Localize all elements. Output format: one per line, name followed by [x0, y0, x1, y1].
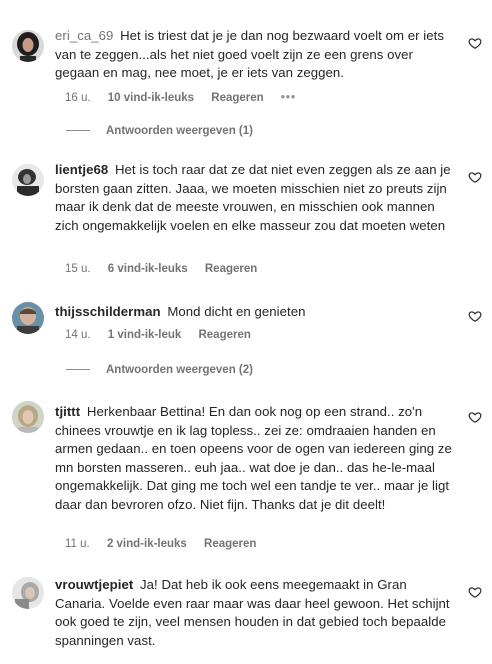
comment-time: 15 u.: [65, 263, 91, 275]
comment-text: Het is toch raar dat ze dat niet even ze…: [55, 162, 451, 233]
comment-time: 11 u.: [65, 538, 90, 550]
comment-username[interactable]: lientje68: [55, 162, 108, 177]
reply-button[interactable]: Reageren: [204, 538, 256, 550]
comment-meta: 14 u. 1 vind-ik-leuk Reageren: [65, 329, 265, 341]
comment-meta: 16 u. 10 vind-ik-leuks Reageren •••: [65, 92, 310, 104]
reply-button[interactable]: Reageren: [205, 263, 257, 275]
more-options-icon[interactable]: •••: [281, 92, 296, 104]
avatar[interactable]: [12, 164, 44, 196]
comment-meta: 11 u. 2 vind-ik-leuks Reageren: [65, 538, 270, 550]
comment-text: Mond dicht en genieten: [167, 304, 306, 319]
comment-list: eri_ca_69 Het is triest dat je je dan no…: [0, 0, 492, 664]
comment-likes[interactable]: 2 vind-ik-leuks: [107, 538, 187, 550]
comment-body: eri_ca_69 Het is triest dat je je dan no…: [55, 27, 457, 83]
avatar[interactable]: [12, 30, 44, 62]
heart-outline-icon: [468, 38, 482, 49]
avatar[interactable]: [12, 401, 44, 433]
comment-username[interactable]: thijsschilderman: [55, 304, 161, 319]
avatar[interactable]: [12, 577, 44, 609]
comment-text: Het is triest dat je je dan nog bezwaard…: [55, 28, 445, 80]
avatar[interactable]: [12, 302, 44, 334]
like-button[interactable]: [468, 585, 482, 599]
reply-button[interactable]: Reageren: [211, 92, 263, 104]
like-button[interactable]: [468, 410, 482, 424]
divider-line: [66, 369, 90, 371]
comment-username[interactable]: tjittt: [55, 404, 80, 419]
view-replies-label: Antwoorden weergeven (1): [106, 125, 253, 137]
comment-meta: 15 u. 6 vind-ik-leuks Reageren: [65, 263, 271, 275]
view-replies-button[interactable]: Antwoorden weergeven (2): [66, 364, 253, 376]
comment-body: tjittt Herkenbaar Bettina! En dan ook no…: [55, 403, 457, 514]
like-button[interactable]: [468, 170, 482, 184]
comment-username[interactable]: eri_ca_69: [55, 28, 113, 43]
comment-body: thijsschilderman Mond dicht en genieten: [55, 303, 457, 322]
comment-likes[interactable]: 10 vind-ik-leuks: [108, 92, 194, 104]
comment-likes[interactable]: 1 vind-ik-leuk: [108, 329, 182, 341]
heart-outline-icon: [468, 587, 482, 598]
comment-body: lientje68 Het is toch raar dat ze dat ni…: [55, 161, 457, 235]
comment-time: 14 u.: [65, 329, 91, 341]
view-replies-button[interactable]: Antwoorden weergeven (1): [66, 125, 253, 137]
like-button[interactable]: [468, 309, 482, 323]
comment-body: vrouwtjepiet Ja! Dat heb ik ook eens mee…: [55, 576, 457, 650]
comment-text: Herkenbaar Bettina! En dan ook nog op ee…: [55, 404, 452, 512]
comment-likes[interactable]: 6 vind-ik-leuks: [108, 263, 188, 275]
heart-outline-icon: [468, 172, 482, 183]
heart-outline-icon: [468, 412, 482, 423]
comment-username[interactable]: vrouwtjepiet: [55, 577, 133, 592]
like-button[interactable]: [468, 36, 482, 50]
divider-line: [66, 130, 90, 132]
comment-time: 16 u.: [65, 92, 91, 104]
reply-button[interactable]: Reageren: [198, 329, 250, 341]
view-replies-label: Antwoorden weergeven (2): [106, 364, 253, 376]
heart-outline-icon: [468, 311, 482, 322]
